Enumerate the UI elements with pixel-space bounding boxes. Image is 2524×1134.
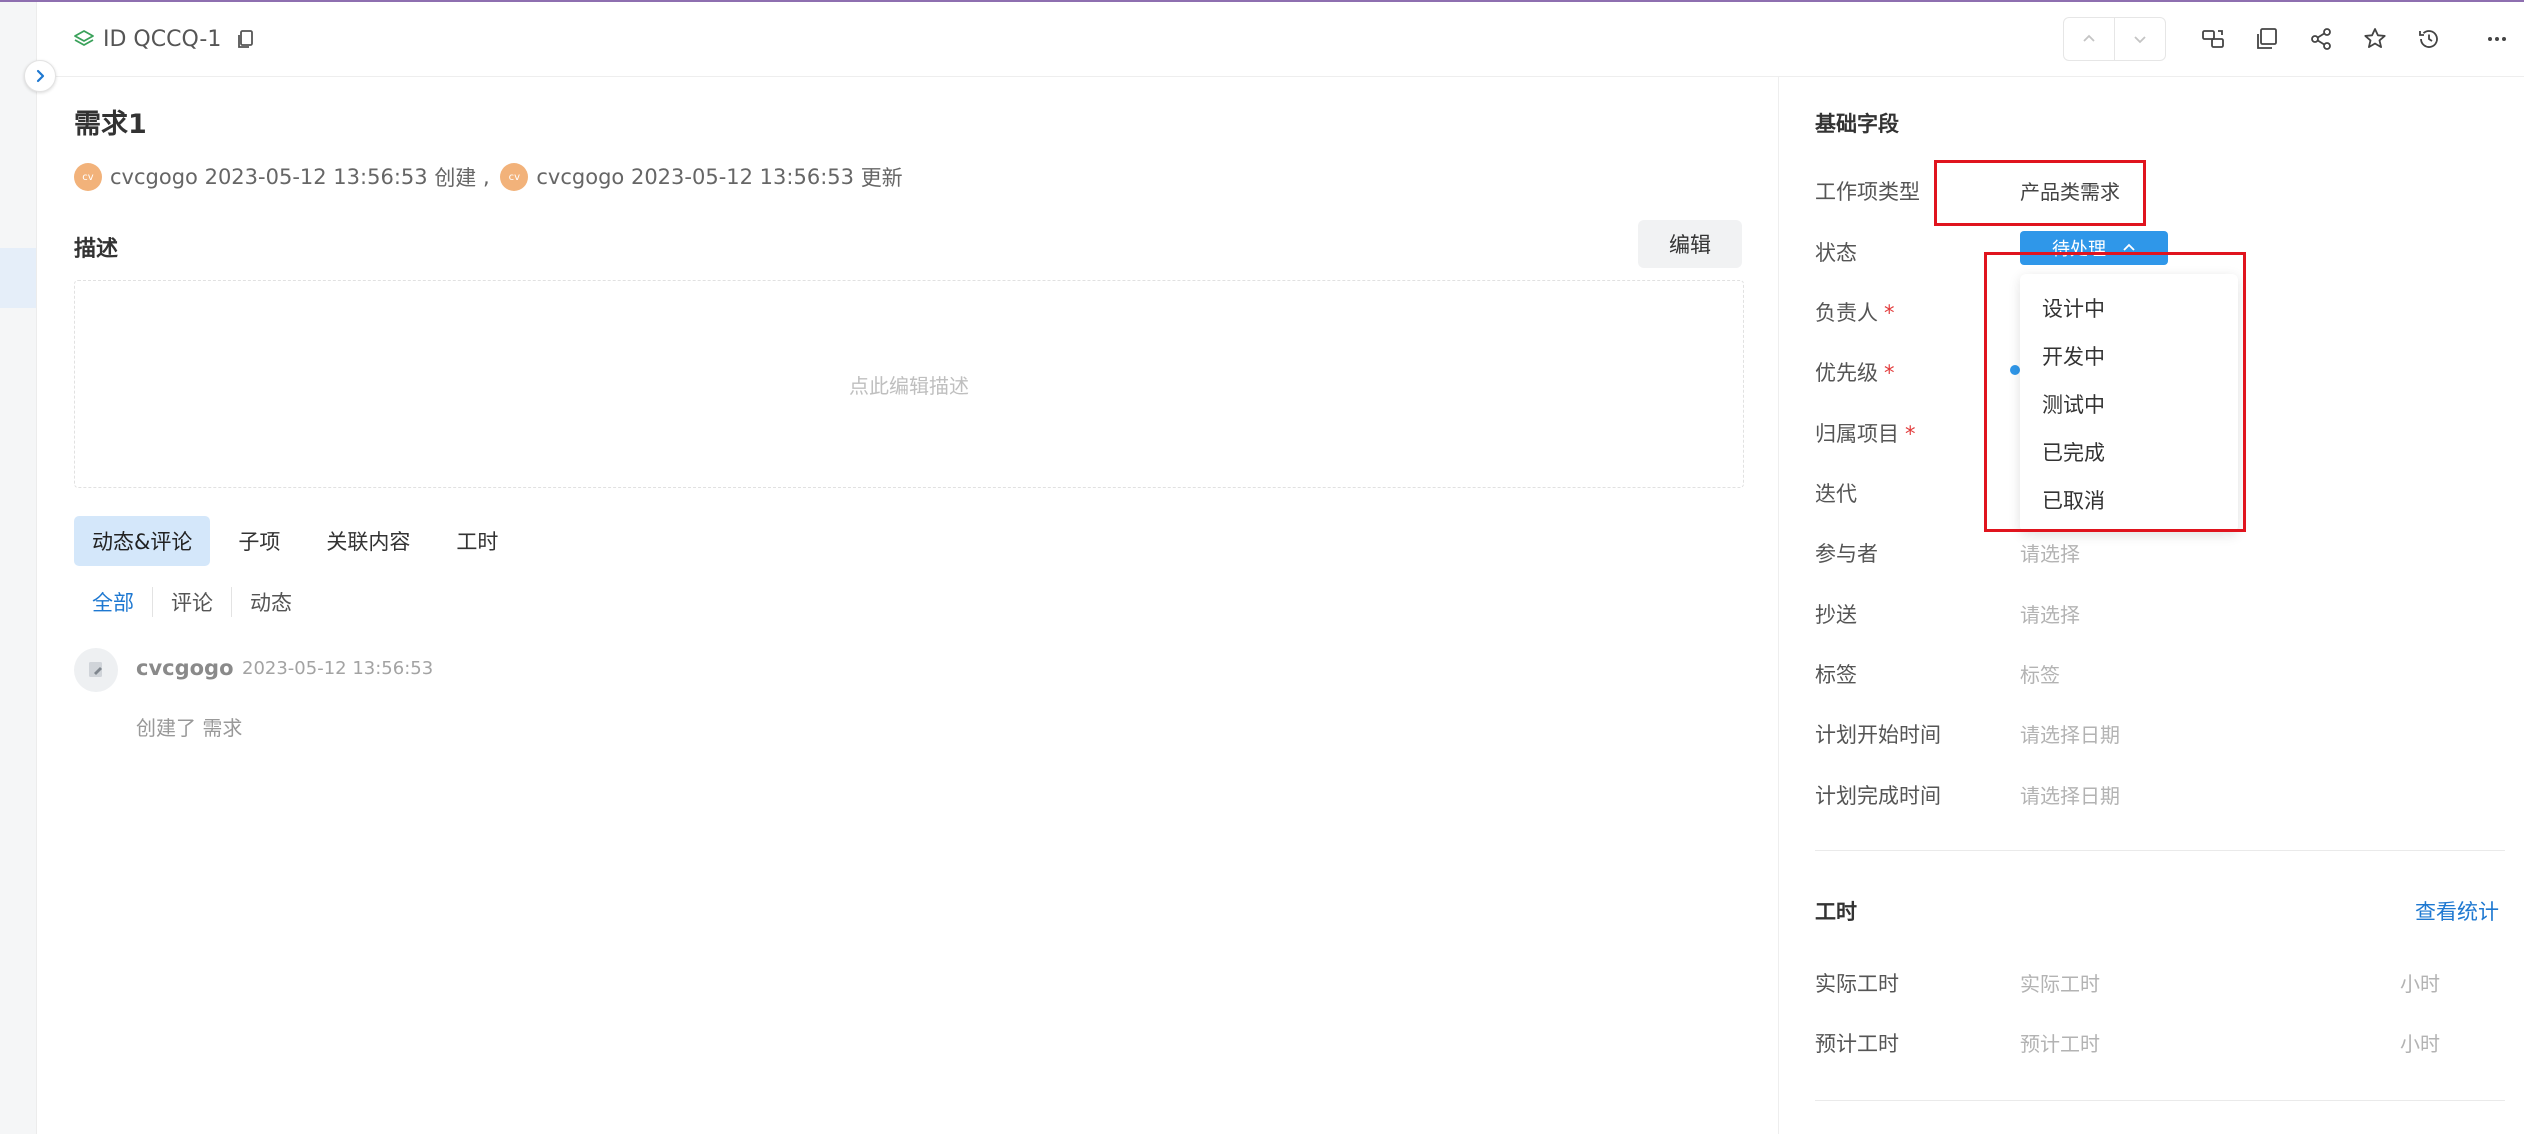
field-label: 计划完成时间 bbox=[1815, 784, 1941, 808]
field-actual-worktime: 实际工时 实际工时 小时 bbox=[1815, 960, 2505, 1000]
unit-label: 小时 bbox=[2400, 972, 2440, 996]
field-cc: 抄送 请选择 bbox=[1815, 591, 2505, 631]
creator-name: cvcgogo bbox=[110, 165, 198, 189]
layers-icon bbox=[74, 30, 94, 46]
history-button[interactable] bbox=[2402, 16, 2456, 62]
header-toolbar bbox=[2063, 16, 2524, 62]
more-icon bbox=[2488, 37, 2506, 41]
created-time: 2023-05-12 13:56:53 bbox=[204, 165, 428, 189]
tags-select[interactable]: 标签 bbox=[2020, 659, 2060, 688]
field-plan-start: 计划开始时间 请选择日期 bbox=[1815, 711, 2505, 751]
worktime-title: 工时 bbox=[1815, 900, 1857, 924]
open-window-button[interactable] bbox=[2240, 16, 2294, 62]
activity-filter: 全部 评论 动态 bbox=[74, 587, 310, 617]
updated-time: 2023-05-12 13:56:53 bbox=[630, 165, 854, 189]
section-divider bbox=[1815, 1100, 2505, 1101]
field-label: 状态 bbox=[1815, 241, 1857, 265]
creator-avatar: cv bbox=[74, 163, 102, 191]
field-label: 负责人 * bbox=[1815, 301, 1895, 325]
meta-separator: , bbox=[483, 165, 490, 189]
star-icon bbox=[2364, 28, 2386, 48]
item-meta: cv cvcgogo 2023-05-12 13:56:53 创建 , cv c… bbox=[74, 162, 903, 192]
favorite-button[interactable] bbox=[2348, 16, 2402, 62]
filter-activity[interactable]: 动态 bbox=[231, 587, 310, 617]
share-button[interactable] bbox=[2294, 16, 2348, 62]
tab-activity-comments[interactable]: 动态&评论 bbox=[74, 516, 211, 566]
participants-select[interactable]: 请选择 bbox=[2020, 538, 2080, 567]
cc-select[interactable]: 请选择 bbox=[2020, 599, 2080, 628]
activity-text: 创建了 需求 bbox=[136, 716, 243, 740]
field-label: 计划开始时间 bbox=[1815, 723, 1941, 747]
field-label: 抄送 bbox=[1815, 603, 1857, 627]
chevron-down-icon bbox=[2134, 36, 2146, 44]
field-participants: 参与者 请选择 bbox=[1815, 530, 2505, 570]
field-label: 标签 bbox=[1815, 663, 1857, 687]
updated-label: 更新 bbox=[860, 166, 903, 190]
sync-icon bbox=[2202, 30, 2224, 48]
estimated-worktime-input[interactable]: 预计工时 bbox=[2020, 1028, 2100, 1057]
tab-worktime[interactable]: 工时 bbox=[438, 516, 516, 566]
convert-button[interactable] bbox=[2186, 16, 2240, 62]
field-plan-end: 计划完成时间 请选择日期 bbox=[1815, 772, 2505, 812]
item-id: ID QCCQ-1 bbox=[103, 26, 222, 52]
highlight-box-work-type bbox=[1934, 160, 2146, 226]
filter-comments[interactable]: 评论 bbox=[152, 587, 231, 617]
next-item-button[interactable] bbox=[2114, 18, 2165, 60]
tab-subitems[interactable]: 子项 bbox=[220, 516, 298, 566]
updater-avatar: cv bbox=[500, 163, 529, 191]
plan-end-date-picker[interactable]: 请选择日期 bbox=[2020, 780, 2120, 809]
tab-related[interactable]: 关联内容 bbox=[308, 516, 428, 566]
description-label: 描述 bbox=[74, 237, 119, 262]
page-title: 需求1 bbox=[74, 109, 147, 140]
description-placeholder: 点此编辑描述 bbox=[849, 373, 969, 398]
detail-header: ID QCCQ-1 bbox=[37, 2, 2524, 77]
item-id-block: ID QCCQ-1 bbox=[73, 22, 257, 56]
description-editor[interactable]: 点此编辑描述 bbox=[74, 280, 1744, 488]
activity-time: 2023-05-12 13:56:53 bbox=[242, 658, 434, 679]
share-icon bbox=[2311, 28, 2331, 50]
plan-start-date-picker[interactable]: 请选择日期 bbox=[2020, 719, 2120, 748]
field-tags: 标签 标签 bbox=[1815, 651, 2505, 691]
activity-user: cvcgogo bbox=[136, 656, 234, 680]
prev-item-button[interactable] bbox=[2064, 18, 2114, 60]
highlight-box-status-dropdown bbox=[1984, 252, 2246, 532]
edit-icon bbox=[74, 648, 118, 692]
field-label: 预计工时 bbox=[1815, 1032, 1899, 1056]
field-label: 参与者 bbox=[1815, 542, 1878, 566]
chevron-up-icon bbox=[2083, 34, 2095, 42]
actual-worktime-input[interactable]: 实际工时 bbox=[2020, 968, 2100, 997]
window-icon bbox=[2257, 28, 2277, 49]
view-stats-link[interactable]: 查看统计 bbox=[2415, 896, 2499, 926]
left-sidebar bbox=[0, 2, 37, 1134]
field-estimated-worktime: 预计工时 预计工时 小时 bbox=[1815, 1020, 2505, 1060]
field-label: 迭代 bbox=[1815, 482, 1857, 506]
field-label: 工作项类型 bbox=[1815, 180, 1920, 204]
filter-all[interactable]: 全部 bbox=[74, 587, 152, 617]
field-label: 归属项目 * bbox=[1815, 422, 1916, 446]
sidebar-selected-item[interactable] bbox=[0, 248, 36, 308]
history-icon bbox=[2419, 30, 2438, 48]
more-button[interactable] bbox=[2470, 16, 2524, 62]
updater-name: cvcgogo bbox=[536, 165, 625, 189]
sidebar-expand-button[interactable] bbox=[24, 60, 56, 92]
edit-description-button[interactable]: 编辑 bbox=[1638, 220, 1742, 268]
section-divider bbox=[1815, 850, 2505, 851]
chevron-right-icon bbox=[36, 69, 45, 83]
field-label: 优先级 * bbox=[1815, 361, 1895, 385]
basic-fields-title: 基础字段 bbox=[1815, 112, 1899, 136]
copy-icon[interactable] bbox=[235, 28, 257, 50]
field-label: 实际工时 bbox=[1815, 972, 1899, 996]
detail-tabs: 动态&评论 子项 关联内容 工时 bbox=[74, 516, 526, 566]
prev-next-group bbox=[2063, 17, 2166, 61]
unit-label: 小时 bbox=[2400, 1032, 2440, 1056]
panel-divider bbox=[1778, 76, 1779, 1134]
created-label: 创建 bbox=[434, 166, 477, 190]
field-work-type: 工作项类型 产品类需求 bbox=[1815, 168, 2505, 208]
